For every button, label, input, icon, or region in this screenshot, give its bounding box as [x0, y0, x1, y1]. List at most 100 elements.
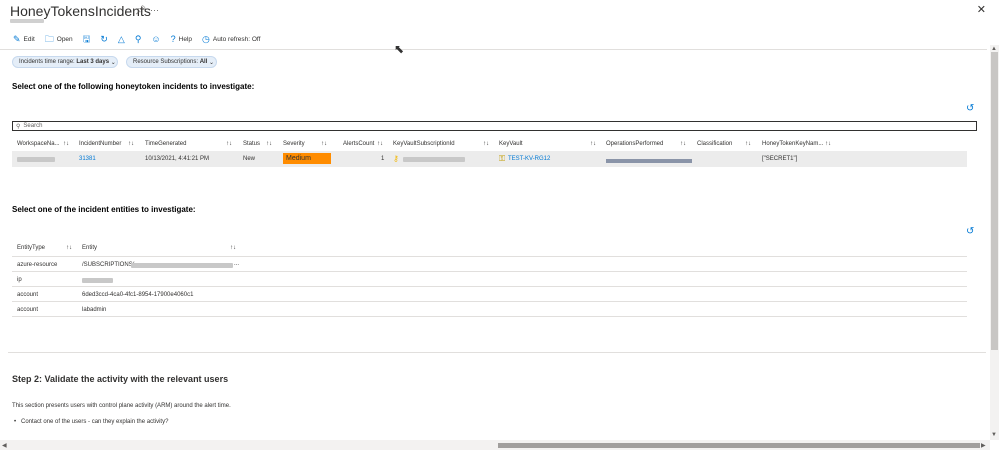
col-entity[interactable]: Entity: [82, 245, 97, 251]
toolbar: ✎ Edit 🗀︎ Open 🖫︎ ↻ △ ⚲ ☺ ? Help ◷ Auto …: [13, 33, 270, 45]
row-divider: [12, 256, 967, 257]
entity-type: account: [17, 307, 39, 313]
search-input[interactable]: ⚲ Search: [12, 121, 977, 131]
vertical-scroll-thumb[interactable]: [991, 52, 998, 350]
mouse-cursor-icon: ⬉: [394, 42, 405, 56]
help-label: Help: [178, 35, 192, 43]
page-title: HoneyTokensIncidents: [10, 3, 151, 19]
clock-icon: ◷: [202, 33, 210, 44]
open-label: Open: [56, 35, 73, 43]
horizontal-scroll-thumb[interactable]: [498, 443, 980, 448]
edit-button[interactable]: ✎ Edit: [13, 33, 35, 44]
close-icon[interactable]: ✕: [977, 3, 986, 16]
honeytoken-key-name: ["SECRET1"]: [762, 156, 798, 162]
operations-performed-redacted: [606, 159, 692, 163]
col-keyvault-subscription[interactable]: KeyVaultSubscriptionId: [393, 141, 455, 147]
subscription-id-redacted: [403, 157, 465, 162]
sort-icon[interactable]: ↑↓: [483, 141, 489, 147]
step2-bullet: Contact one of the users - can they expl…: [21, 419, 169, 425]
sort-icon[interactable]: ↑↓: [66, 245, 72, 251]
refresh-button[interactable]: ↻: [100, 34, 108, 44]
pin-button[interactable]: ⚲: [135, 34, 142, 44]
sort-icon[interactable]: ↑↓: [128, 141, 134, 147]
row-divider: [12, 286, 967, 287]
toolbar-divider: [0, 49, 987, 50]
col-workspace[interactable]: WorkspaceNa...: [17, 141, 60, 147]
entity-type: ip: [17, 277, 22, 283]
subscriptions-filter[interactable]: Resource Subscriptions: All ⌄: [126, 56, 217, 68]
alerts-count: 1: [381, 156, 385, 162]
search-placeholder: Search: [23, 123, 43, 129]
keyvault-link[interactable]: TEST-KV-RG12: [508, 156, 550, 162]
col-keyvault[interactable]: KeyVault: [499, 141, 523, 147]
table-row[interactable]: 31381 10/13/2021, 4:41:21 PM New Medium …: [12, 151, 967, 167]
col-entity-type[interactable]: EntityType: [17, 245, 45, 251]
help-button[interactable]: ? Help: [170, 33, 192, 44]
sort-icon[interactable]: ↑↓: [680, 141, 686, 147]
scroll-down-icon[interactable]: ▼: [991, 432, 997, 438]
scroll-left-icon[interactable]: ◀: [2, 442, 7, 449]
alert-button[interactable]: △: [117, 33, 125, 44]
incidents-heading: Select one of the following honeytoken i…: [12, 82, 255, 91]
col-time-generated[interactable]: TimeGenerated: [145, 141, 186, 147]
bullet-icon: •: [14, 419, 17, 425]
edit-label: Edit: [23, 35, 35, 43]
feedback-button[interactable]: ☺: [151, 34, 160, 44]
col-alerts-count[interactable]: AlertsCount: [343, 141, 374, 147]
entity-type: account: [17, 292, 39, 298]
time-generated: 10/13/2021, 4:41:21 PM: [145, 156, 210, 162]
question-icon: ?: [170, 33, 176, 44]
sort-icon[interactable]: ↑↓: [825, 141, 831, 147]
step2-heading: Step 2: Validate the activity with the r…: [12, 374, 229, 384]
incident-number[interactable]: 31381: [79, 156, 96, 162]
sort-icon[interactable]: ↑↓: [590, 141, 596, 147]
chevron-down-icon: ⌄: [110, 59, 116, 66]
entities-heading: Select one of the incident entities to i…: [12, 205, 196, 214]
subscriptions-label: Resource Subscriptions:: [133, 59, 199, 65]
sort-icon[interactable]: ↑↓: [321, 141, 327, 147]
time-range-label: Incidents time range:: [19, 59, 75, 65]
sort-icon[interactable]: ↑↓: [377, 141, 383, 147]
folder-icon: 🗀︎: [44, 33, 54, 44]
status-value: New: [243, 156, 256, 162]
section-divider: [8, 352, 986, 353]
chevron-down-icon: ⌄: [209, 59, 215, 66]
col-classification[interactable]: Classification: [697, 141, 732, 147]
pencil-icon: ✎: [13, 33, 21, 44]
sort-icon[interactable]: ↑↓: [226, 141, 232, 147]
scroll-right-icon[interactable]: ▶: [981, 442, 986, 449]
save-button[interactable]: 🖫︎: [83, 34, 91, 44]
auto-refresh-label: Auto refresh: Off: [212, 35, 261, 43]
row-divider: [12, 301, 967, 302]
col-severity[interactable]: Severity: [283, 141, 305, 147]
step2-description: This section presents users with control…: [12, 403, 231, 409]
sort-icon[interactable]: ↑↓: [63, 141, 69, 147]
col-incident-number[interactable]: IncidentNumber: [79, 141, 121, 147]
key-icon: ⚷: [393, 154, 399, 163]
auto-refresh-button[interactable]: ◷ Auto refresh: Off: [202, 33, 261, 44]
subtitle-redacted: [10, 19, 44, 23]
col-operations[interactable]: OperationsPerformed: [606, 141, 663, 147]
entity-redacted: [131, 263, 233, 268]
row-divider: [12, 316, 967, 317]
sort-icon[interactable]: ↑↓: [745, 141, 751, 147]
entity-value: labadmin: [82, 307, 107, 313]
pin-icon[interactable]: 📌︎: [135, 5, 146, 16]
search-icon: ⚲: [16, 123, 21, 130]
open-button[interactable]: 🗀︎ Open: [44, 33, 73, 44]
more-icon[interactable]: ···: [150, 5, 159, 15]
col-honeytoken-key-name[interactable]: HoneyTokenKeyNam...: [762, 141, 823, 147]
col-status[interactable]: Status: [243, 141, 260, 147]
subscriptions-value: All: [199, 59, 208, 65]
entity-value: /SUBSCRIPTIONS/: [82, 262, 135, 268]
sort-icon[interactable]: ↑↓: [266, 141, 272, 147]
workspace-name-redacted: [17, 157, 55, 162]
time-range-filter[interactable]: Incidents time range: Last 3 days ⌄: [12, 56, 118, 68]
sort-icon[interactable]: ↑↓: [230, 245, 236, 251]
entity-value: 6ded3ccd-4ca0-4fc1-8954-17900e4060c1: [82, 292, 194, 298]
keyvault-icon: ⚿: [499, 154, 506, 163]
entities-refresh-icon[interactable]: ↺: [966, 226, 974, 237]
incidents-refresh-icon[interactable]: ↺: [966, 103, 974, 114]
ip-redacted: [82, 278, 113, 283]
bell-icon: △: [117, 33, 125, 44]
